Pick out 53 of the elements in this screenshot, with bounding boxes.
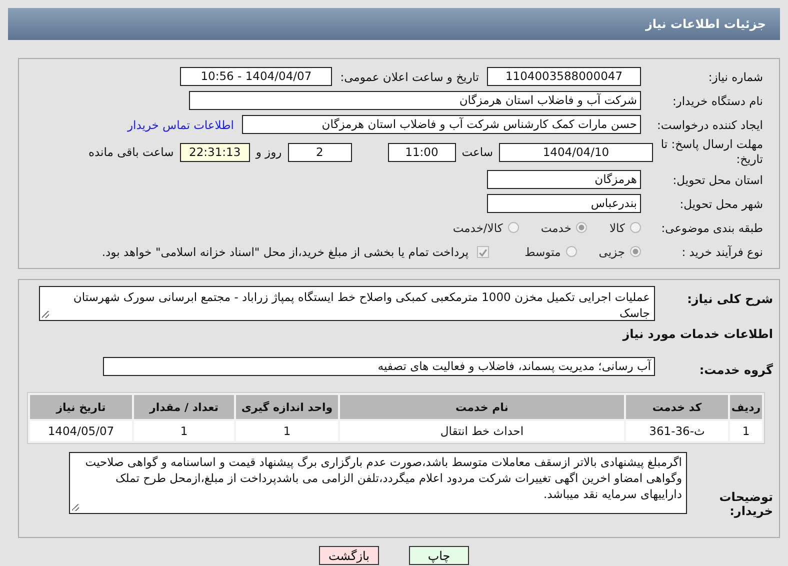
time-label: ساعت [460,145,494,159]
field-label: طبقه بندی موضوعی: [660,220,764,234]
table-cell: احداث خط انتقال [340,421,624,441]
column-header: واحد اندازه گیری [236,395,338,419]
days-label: روز و [254,145,283,159]
description-field: عملیات اجرایی تکمیل مخزن 1000 مترمکعبی کمبکی واصلاح خط ایستگاه پمپاژ زراباد - مجتمع ابرسانی سورک شهرستان جاسک [39,286,655,321]
field-label: نام دستگاه خریدار: [671,94,764,108]
category-radio[interactable]: کالا [609,220,641,234]
field-label: مهلت ارسال پاسخ: تا تاریخ: [660,137,764,167]
field-label: گروه خدمت: [698,362,774,376]
print-button[interactable]: چاپ [409,546,469,565]
resize-grip-icon [42,311,49,318]
service-group-field: آب رسانی؛ مدیریت پسماند، فاضلاب و فعالیت های تصفیه [103,357,655,376]
column-header: تعداد / مقدار [134,395,234,419]
field-label: ایجاد کننده درخواست: [656,118,764,132]
need-number-field: 1104003588000047 [487,67,641,86]
table-cell: 1 [730,421,762,441]
column-header: نام خدمت [340,395,624,419]
announce-date-field: 1404/04/07 - 10:56 [180,67,332,86]
resize-grip-icon [72,504,79,511]
city-field: بندرعباس [487,194,641,213]
table-cell: ث-36-361 [626,421,728,441]
buyer-field: شرکت آب و فاضلاب استان هرمزگان [189,91,641,110]
payment-checkbox[interactable]: پرداخت تمام یا بخشی از مبلغ خرید،از محل "اسناد خزانه اسلامی" خواهد بود. [102,244,489,258]
contact-link[interactable]: اطلاعات تماس خریدار [127,118,242,132]
field-label: شماره نیاز: [707,70,764,84]
deadline-time-field: 11:00 [388,142,456,162]
process-radio[interactable]: جزیی [598,244,641,258]
process-radio[interactable]: متوسط [524,244,577,258]
table-cell: 1 [134,421,234,441]
remaining-label: ساعت باقی مانده [88,145,175,159]
column-header: کد خدمت [626,395,728,419]
field-label: توضیحات خریدار: [718,490,774,518]
column-header: تاریخ نیاز [30,395,132,419]
column-header: ردیف [730,395,762,419]
deadline-date-field: 1404/04/10 [499,142,653,162]
field-label: استان محل تحویل: [672,172,764,186]
province-field: هرمزگان [487,170,641,189]
field-label: تاریخ و ساعت اعلان عمومی: [339,70,480,84]
page-title: جزئیات اطلاعات نیاز [645,17,766,31]
remaining-time-field: 22:31:13 [180,142,250,162]
field-label: شرح کلی نیاز: [686,292,774,306]
buyer-notes-field: اگرمبلغ پیشنهادی بالاتر ازسقف معاملات متوسط باشد،صورت عدم بارگزاری برگ پیشنهاد قیمت و اساسنامه و گواهی صلاحیت وگواهی امضاو اخرین اگهی تغییرات شرکت مردود اعلام میگردد،تلفن الزامی می باشدپرداخت از مبلغ،ازمحل طرح تملک داراییهای سرمایه نقد میباشد. [69,452,687,514]
field-label: شهر محل تحویل: [678,196,764,210]
requester-field: حسن مارات کمک کارشناس شرکت آب و فاضلاب استان هرمزگان [242,115,641,134]
section-title: اطلاعات خدمات مورد نیاز [622,326,774,340]
field-label: نوع فرآیند خرید : [680,244,764,258]
category-radio[interactable]: خدمت [540,220,588,234]
back-button[interactable]: بازگشت [319,546,379,565]
days-field: 2 [288,142,352,162]
table-cell: 1 [236,421,338,441]
table-cell: 1404/05/07 [30,421,132,441]
category-radio[interactable]: کالا/خدمت [452,220,519,234]
